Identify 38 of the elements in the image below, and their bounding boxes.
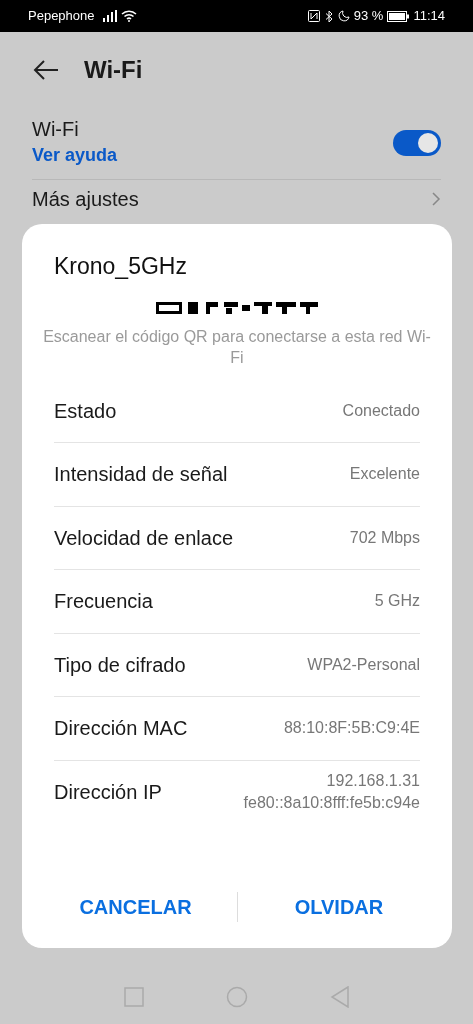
detail-value: 5 GHz [374, 591, 420, 612]
detail-label: Tipo de cifrado [54, 652, 186, 678]
nfc-icon [307, 10, 320, 22]
wifi-icon [120, 10, 137, 22]
back-arrow-icon[interactable] [32, 59, 60, 81]
battery-icon [387, 10, 410, 22]
carrier-name: Pepephone [28, 7, 95, 26]
back-icon[interactable] [329, 986, 350, 1008]
detail-value: Excelente [349, 464, 420, 485]
clock-time: 11:14 [413, 7, 445, 26]
wifi-toggle[interactable] [393, 129, 441, 156]
wifi-label: Wi-Fi [32, 117, 80, 142]
home-icon[interactable] [225, 986, 248, 1008]
help-link[interactable]: Ver ayuda [32, 142, 393, 169]
detail-label: Velocidad de enlace [54, 525, 234, 551]
detail-value: WPA2-Personal [307, 654, 420, 675]
detail-value: Conectado [342, 400, 420, 421]
dialog-title: Krono_5GHz [54, 252, 188, 281]
signal-icon [102, 10, 117, 22]
detail-value: 88:10:8F:5B:C9:4E [283, 718, 420, 739]
detail-value: 702 Mbps [349, 527, 420, 548]
dialog-button[interactable]: CANCELAR [34, 884, 237, 930]
detail-value: fe80::8a10:8fff:fe5b:c94e [243, 793, 420, 814]
detail-label: Frecuencia [54, 589, 153, 615]
detail-label: Estado [54, 398, 117, 424]
qr-hint: Escanear el código QR para conectarse a esta red Wi-Fi [42, 326, 432, 368]
dialog-button[interactable]: OLVIDAR [238, 884, 440, 930]
recents-icon[interactable] [123, 987, 144, 1007]
detail-label: Dirección IP [54, 780, 162, 806]
moon-icon [337, 10, 350, 22]
bluetooth-icon [323, 9, 334, 23]
more-settings-label[interactable]: Más ajustes [32, 184, 431, 214]
detail-label: Dirección MAC [54, 716, 188, 742]
detail-label: Intensidad de señal [54, 462, 228, 488]
chevron-right-icon [431, 191, 441, 207]
battery-percent: 93 % [353, 7, 384, 26]
page-title: Wi-Fi [84, 55, 143, 85]
detail-value: 192.168.1.31 [326, 771, 420, 792]
